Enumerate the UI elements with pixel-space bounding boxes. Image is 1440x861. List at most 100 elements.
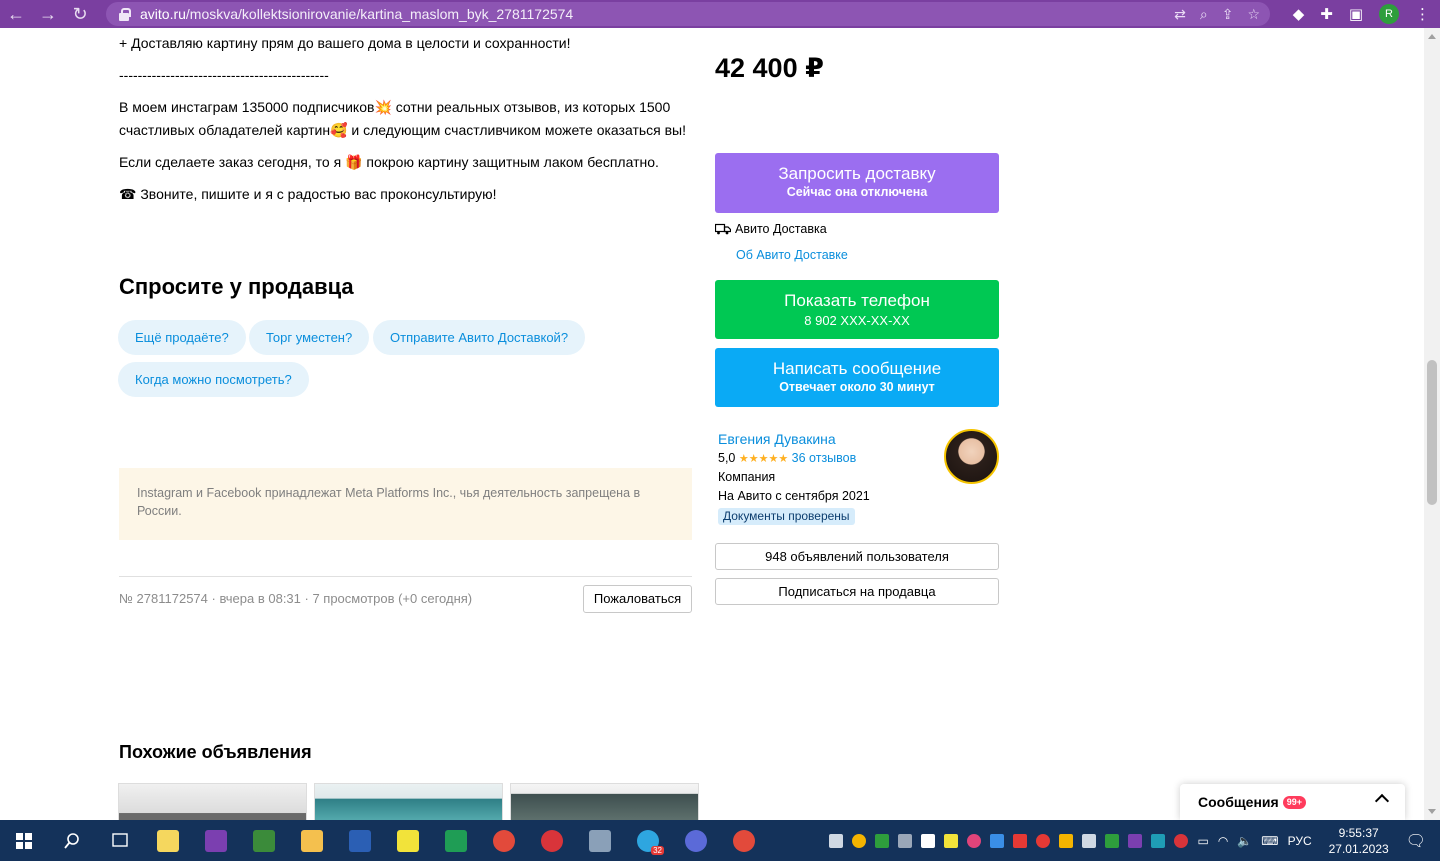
extension-fox-icon[interactable]: ◆ xyxy=(1293,5,1305,23)
smile-emoji-icon: 🥰 xyxy=(330,122,348,138)
tray-8-icon[interactable] xyxy=(1174,833,1189,848)
description-divider: ----------------------------------------… xyxy=(119,67,329,83)
telegram-badge: 32 xyxy=(651,846,664,855)
word-app-icon[interactable] xyxy=(336,820,384,861)
rating-stars-icon: ★★★★★ xyxy=(738,452,789,465)
menu-dots-icon[interactable]: ⋮ xyxy=(1415,5,1430,23)
share-icon[interactable]: ⇪ xyxy=(1222,6,1234,23)
scroll-thumb[interactable] xyxy=(1427,360,1437,505)
about-delivery-link[interactable]: Об Авито Доставке xyxy=(736,248,848,262)
reload-icon[interactable]: ↻ xyxy=(64,0,96,28)
wifi-icon[interactable]: ◠ xyxy=(1218,834,1228,848)
tray-battery-icon[interactable]: ▭ xyxy=(1197,834,1208,848)
tray-window-icon[interactable] xyxy=(1082,833,1097,848)
verified-badge: Документы проверены xyxy=(718,508,855,525)
page-content: + Доставляю картину прям до вашего дома … xyxy=(0,28,1424,820)
page-scrollbar[interactable] xyxy=(1424,28,1440,820)
tray-cloud-icon[interactable] xyxy=(1105,833,1120,848)
scroll-down-arrow[interactable] xyxy=(1428,809,1436,814)
tray-app-icon[interactable] xyxy=(967,833,982,848)
chevron-up-icon[interactable] xyxy=(1374,793,1390,809)
question-chip[interactable]: Торг уместен? xyxy=(249,320,370,355)
scroll-up-arrow[interactable] xyxy=(1428,34,1436,39)
system-tray: ▭ ◠ 🔈 ⌨ РУС 9:55:37 27.01.2023 🗨 xyxy=(829,820,1440,861)
question-chip[interactable]: Когда можно посмотреть? xyxy=(118,362,309,397)
seller-avatar[interactable] xyxy=(944,429,999,484)
sidebar-icon[interactable]: ▣ xyxy=(1349,5,1363,23)
button-sublabel: Сейчас она отключена xyxy=(786,185,928,199)
tray-telegram-icon[interactable] xyxy=(829,833,844,848)
gift-emoji-icon: 🎁 xyxy=(345,154,363,170)
bookmark-star-icon[interactable]: ☆ xyxy=(1247,6,1260,23)
app-circle-icon[interactable] xyxy=(672,820,720,861)
notepad-app-icon[interactable] xyxy=(144,820,192,861)
windows-start-icon[interactable] xyxy=(0,820,48,861)
profile-avatar[interactable]: R xyxy=(1379,4,1399,24)
notifications-icon[interactable]: 🗨 xyxy=(1406,831,1426,851)
browser-toolbar: ← → ↻ avito.ru/moskva/kollektsionirovani… xyxy=(0,0,1440,28)
tray-shield-icon[interactable] xyxy=(875,833,890,848)
ask-seller-title: Спросите у продавца xyxy=(119,274,354,299)
translate-icon[interactable]: ⇄ xyxy=(1174,6,1186,23)
question-chip[interactable]: Ещё продаёте? xyxy=(118,320,246,355)
meta-notice: Instagram и Facebook принадлежат Meta Pl… xyxy=(119,468,692,540)
similar-item-image[interactable] xyxy=(118,783,307,820)
tray-snip-icon[interactable] xyxy=(990,833,1005,848)
volume-icon[interactable]: 🔈 xyxy=(1237,834,1252,848)
user-ads-button[interactable]: 948 объявлений пользователя xyxy=(715,543,999,570)
question-chip[interactable]: Отправите Авито Доставкой? xyxy=(373,320,586,355)
button-label: Написать сообщение xyxy=(772,359,942,378)
app-8-icon[interactable] xyxy=(528,820,576,861)
tray-monitor-icon[interactable] xyxy=(898,833,913,848)
tray-notes-icon[interactable] xyxy=(944,833,959,848)
sparkle-emoji-icon: 💥 xyxy=(374,99,392,115)
sticky-notes-icon[interactable] xyxy=(384,820,432,861)
address-bar[interactable]: avito.ru/moskva/kollektsionirovanie/kart… xyxy=(106,2,1270,26)
sheets-app-icon[interactable] xyxy=(432,820,480,861)
messages-badge: 99+ xyxy=(1282,796,1306,809)
messages-label: Сообщения xyxy=(1198,794,1279,810)
clock-date: 27.01.2023 xyxy=(1328,841,1389,856)
clock[interactable]: 9:55:37 27.01.2023 xyxy=(1329,825,1389,857)
chrome-app-icon[interactable] xyxy=(480,820,528,861)
back-icon[interactable]: ← xyxy=(0,0,32,28)
similar-item-image[interactable] xyxy=(510,783,699,820)
write-message-button[interactable]: Написать сообщение Отвечает около 30 мин… xyxy=(715,348,999,407)
task-view-icon[interactable] xyxy=(96,820,144,861)
keyboard-icon[interactable]: ⌨ xyxy=(1261,834,1278,848)
button-sublabel: 8 902 XXX-XX-XX xyxy=(804,313,910,328)
similar-item-image[interactable] xyxy=(314,783,503,820)
onenote-app-icon[interactable] xyxy=(192,820,240,861)
request-delivery-button[interactable]: Запросить доставку Сейчас она отключена xyxy=(715,153,999,213)
complain-button[interactable]: Пожаловаться xyxy=(583,585,692,613)
tray-chrome-icon[interactable] xyxy=(852,833,867,848)
task-app-icon[interactable] xyxy=(240,820,288,861)
messages-widget[interactable]: Сообщения 99+ xyxy=(1180,784,1405,820)
tray-block-icon[interactable] xyxy=(1036,833,1051,848)
tray-badge-icon[interactable] xyxy=(1013,833,1028,848)
tray-onenote-icon[interactable] xyxy=(1128,833,1143,848)
input-language[interactable]: РУС xyxy=(1288,834,1312,848)
subscribe-seller-button[interactable]: Подписаться на продавца xyxy=(715,578,999,605)
telegram-app-icon[interactable]: 32 xyxy=(624,820,672,861)
show-phone-button[interactable]: Показать телефон 8 902 XXX-XX-XX xyxy=(715,280,999,339)
chrome-profile-icon[interactable] xyxy=(720,820,768,861)
extensions-puzzle-icon[interactable]: ✚ xyxy=(1320,5,1333,23)
tray-note-icon[interactable] xyxy=(1059,833,1074,848)
clock-time: 9:55:37 xyxy=(1338,825,1379,840)
item-description: + Доставляю картину прям до вашего дома … xyxy=(119,32,699,215)
url-text: avito.ru/moskva/kollektsionirovanie/kart… xyxy=(140,6,574,22)
tray-fx-icon[interactable] xyxy=(1151,833,1166,848)
taskbar: 32 ▭ ◠ 🔈 ⌨ РУС 9:55:37 27.01.2023 🗨 xyxy=(0,820,1440,861)
zoom-icon[interactable]: ⌕ xyxy=(1200,6,1208,23)
truck-icon xyxy=(715,223,731,235)
search-icon[interactable] xyxy=(48,820,96,861)
reviews-link[interactable]: 36 отзывов xyxy=(792,451,857,465)
file-explorer-icon[interactable] xyxy=(288,820,336,861)
description-line: В моем инстаграм 135000 подписчиков💥 сот… xyxy=(119,99,687,138)
app-tool-icon[interactable] xyxy=(576,820,624,861)
tray-file-icon[interactable] xyxy=(921,833,936,848)
similar-title: Похожие объявления xyxy=(119,742,312,762)
forward-icon[interactable]: → xyxy=(32,0,64,28)
lock-icon xyxy=(118,7,131,21)
